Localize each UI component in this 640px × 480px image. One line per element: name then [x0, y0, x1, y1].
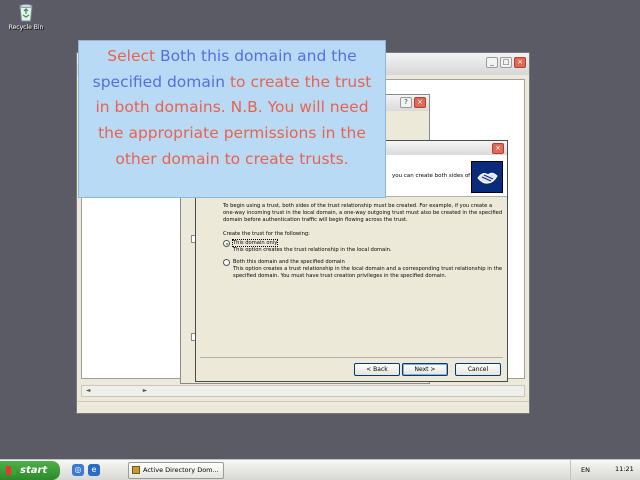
radio-this-domain-only[interactable]: [223, 240, 230, 247]
option-label: Both this domain and the specified domai…: [233, 259, 345, 265]
back-button[interactable]: < Back: [354, 363, 400, 376]
radio-both-domains[interactable]: [223, 259, 230, 266]
wizard-header-text: you can create both sides of: [392, 173, 471, 179]
language-indicator[interactable]: EN: [581, 466, 590, 474]
quick-launch-explorer-icon[interactable]: ◎: [72, 464, 84, 476]
active-directory-icon: [132, 466, 140, 474]
button-separator: [200, 357, 503, 358]
clock[interactable]: 11:21: [615, 465, 634, 473]
task-label: Active Directory Dom...: [143, 466, 219, 474]
recycle-bin-icon: [17, 2, 35, 22]
next-button[interactable]: Next >: [402, 363, 448, 376]
help-button[interactable]: ?: [400, 97, 412, 108]
instruction-callout: Select Both this domain and the specifie…: [78, 40, 386, 198]
option-label: This domain only: [231, 239, 279, 247]
start-label: start: [20, 465, 48, 476]
option-description: This option creates a trust relationship…: [233, 266, 503, 279]
cancel-button[interactable]: Cancel: [455, 363, 501, 376]
wizard-body: To begin using a trust, both sides of th…: [223, 203, 505, 285]
quick-launch-ie-icon[interactable]: e: [88, 464, 100, 476]
wizard-close-button[interactable]: ×: [492, 143, 504, 154]
minimize-button[interactable]: _: [486, 57, 498, 68]
system-tray: EN 11:21: [570, 460, 640, 480]
callout-text-start: Select: [107, 47, 161, 65]
windows-flag-icon: [6, 466, 16, 475]
close-button[interactable]: ×: [514, 57, 526, 68]
option-this-domain-only[interactable]: This domain only This option creates the…: [223, 239, 505, 254]
start-button[interactable]: start: [0, 461, 60, 480]
option-description: This option creates the trust relationsh…: [233, 247, 392, 253]
taskbar-active-directory-button[interactable]: Active Directory Dom...: [128, 462, 224, 479]
maximize-button[interactable]: □: [500, 57, 512, 68]
create-for-label: Create the trust for the following:: [223, 231, 310, 237]
scroll-right-icon[interactable]: ►: [140, 387, 150, 396]
recycle-bin-label: Recycle Bin: [8, 24, 44, 31]
trust-handshake-icon: [471, 161, 503, 193]
wizard-intro-text: To begin using a trust, both sides of th…: [223, 203, 503, 223]
scroll-left-icon[interactable]: ◄: [83, 387, 93, 396]
recycle-bin-desktop-icon[interactable]: Recycle Bin: [6, 2, 46, 31]
option-both-domains[interactable]: Both this domain and the specified domai…: [223, 259, 505, 280]
horizontal-scrollbar[interactable]: ◄ ►: [81, 385, 525, 397]
taskbar: start ◎ e Active Directory Dom... EN 11:…: [0, 459, 640, 480]
status-bar: [77, 401, 529, 413]
properties-close-button[interactable]: ×: [414, 97, 426, 108]
